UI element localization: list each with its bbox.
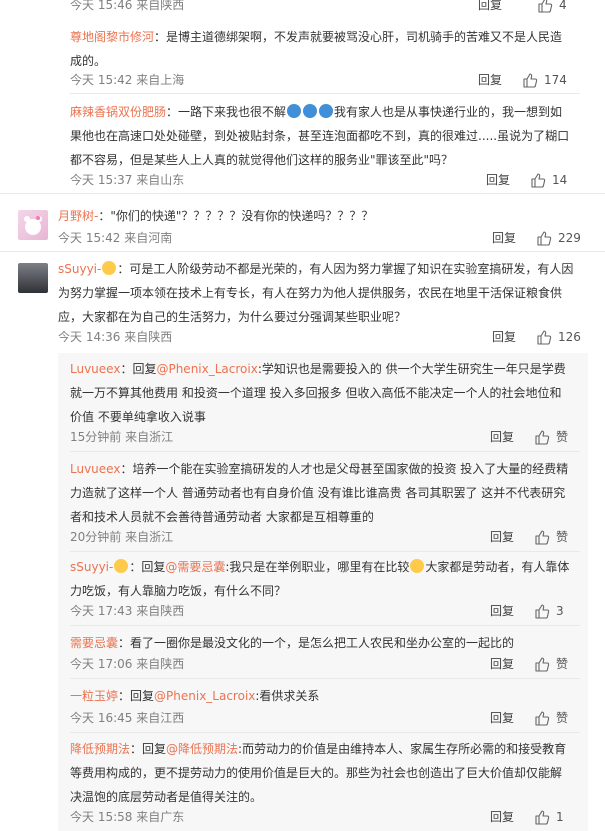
comment-text: 月野树-："你们的快递"？？？？？没有你的快递吗？？？？ [58, 209, 374, 223]
reply-button[interactable]: 回复 [486, 172, 510, 188]
like-button[interactable]: 14 [530, 172, 567, 188]
like-button[interactable]: 126 [536, 329, 581, 345]
thumb-up-icon [534, 710, 550, 726]
reply-button[interactable]: 回复 [490, 429, 514, 445]
emoji-icon [287, 104, 302, 118]
like-count: 1 [556, 810, 564, 824]
username-link[interactable]: 月野树- [58, 209, 98, 223]
divider [0, 193, 605, 194]
thumb-up-icon [536, 329, 552, 345]
username-link[interactable]: 一粒玉婷 [70, 689, 118, 703]
like-count: 赞 [556, 711, 569, 725]
mention-link[interactable]: @Phenix_Lacroix [154, 689, 255, 703]
mention-link[interactable]: @需要忌囊 [165, 560, 225, 574]
emoji-icon [114, 559, 129, 573]
emoji-icon [303, 104, 318, 118]
like-count: 赞 [556, 657, 569, 671]
username-link[interactable]: Luvueex [70, 362, 120, 376]
emoji-icon [319, 104, 334, 118]
comment-meta: 今天 17:06 来自陕西 [70, 657, 185, 671]
comment-meta: 今天 15:42 来自上海 [70, 73, 185, 87]
username-link[interactable]: sSuyyi- [58, 262, 101, 276]
username-link[interactable]: sSuyyi- [70, 560, 113, 574]
like-button[interactable]: 229 [536, 230, 581, 246]
divider [70, 732, 580, 733]
thumb-up-icon [534, 429, 550, 445]
emoji-icon [410, 559, 425, 573]
comment-meta: 今天 14:36 来自陕西 [58, 330, 173, 344]
like-count: 4 [559, 0, 567, 12]
like-button[interactable]: 4 [537, 0, 567, 13]
reply-button[interactable]: 回复 [490, 529, 514, 545]
avatar[interactable] [18, 210, 48, 240]
divider [0, 251, 605, 252]
reply-text: 一粒玉婷：回复@Phenix_Lacroix:看供求关系 [70, 689, 320, 703]
divider [70, 678, 580, 679]
comment-meta: 今天 15:42 来自河南 [58, 231, 173, 245]
comment-meta: 15分钟前 来自浙江 [70, 430, 174, 444]
like-button[interactable]: 赞 [534, 429, 568, 445]
comment-meta: 今天 17:43 来自陕西 [70, 604, 185, 618]
comment-meta: 今天 15:46 来自陕西 [70, 0, 185, 12]
reply-button[interactable]: 回复 [492, 329, 516, 345]
mention-link[interactable]: @Phenix_Lacroix [156, 362, 257, 376]
like-count: 3 [556, 604, 564, 618]
reply-text: 需要忌囊：看了一圈你是最没文化的一个，是怎么把工人农民和坐办公室的一起比的 [70, 636, 515, 650]
like-count: 126 [558, 330, 581, 344]
like-button[interactable]: 3 [534, 603, 564, 619]
comment-meta: 今天 15:37 来自山东 [70, 173, 185, 187]
thumb-up-icon [534, 809, 550, 825]
reply-text: 降低预期法：回复@降低预期法:而劳动力的价值是由维持本人、家属生存所必需的和接受… [70, 742, 567, 804]
thumb-up-icon [536, 230, 552, 246]
emoji-icon [102, 261, 117, 275]
comment-text: sSuyyi- ：可是工人阶级劳动不都是光荣的，有人因为努力掌握了知识在实验室搞研… [58, 261, 574, 324]
thumb-up-icon [534, 656, 550, 672]
comment-text: 尊地阁黎市修河：是博主道德绑架啊，不发声就要被骂没心肝，司机骑手的苦难又不是人民… [70, 30, 563, 68]
divider [70, 625, 580, 626]
like-count: 赞 [556, 530, 569, 544]
avatar[interactable] [18, 263, 48, 293]
thumb-up-icon [534, 529, 550, 545]
reply-button[interactable]: 回复 [490, 809, 514, 825]
thumb-up-icon [534, 603, 550, 619]
username-link[interactable]: Luvueex [70, 462, 120, 476]
comment-meta: 今天 15:58 来自广东 [70, 810, 185, 824]
like-count: 229 [558, 231, 581, 245]
like-button[interactable]: 赞 [534, 529, 568, 545]
like-button[interactable]: 赞 [534, 710, 568, 726]
thumb-up-icon [530, 172, 546, 188]
like-button[interactable]: 赞 [534, 656, 568, 672]
reply-text: Luvueex：回复@Phenix_Lacroix:学知识也是需要投入的 供一个… [70, 362, 566, 424]
username-link[interactable]: 尊地阁黎市修河 [70, 30, 154, 44]
reply-button[interactable]: 回复 [490, 710, 514, 726]
reply-button[interactable]: 回复 [490, 656, 514, 672]
like-count: 赞 [556, 430, 569, 444]
reply-button[interactable]: 回复 [490, 603, 514, 619]
comment-text: 麻辣香锅双份肥肠：一路下来我也很不解 我有家人也是从事快递行业的，我一想到如果他也… [70, 104, 570, 167]
like-count: 14 [552, 173, 568, 187]
divider [70, 93, 580, 94]
reply-text: Luvueex：培养一个能在实验室搞研发的人才也是父母甚至国家做的投资 投入了大… [70, 462, 569, 524]
divider [70, 451, 580, 452]
reply-text: sSuyyi- ：回复@需要忌囊:我只是在举例职业，哪里有在比较 大家都是劳动者，有… [70, 559, 570, 598]
like-button[interactable]: 174 [522, 72, 567, 88]
mention-link[interactable]: @降低预期法 [166, 742, 238, 756]
cat-avatar-icon [24, 216, 42, 235]
username-link[interactable]: 需要忌囊 [70, 636, 118, 650]
like-button[interactable]: 1 [534, 809, 564, 825]
username-link[interactable]: 麻辣香锅双份肥肠 [70, 105, 166, 119]
reply-button[interactable]: 回复 [492, 230, 516, 246]
comment-meta: 今天 16:45 来自江西 [70, 711, 185, 725]
thumb-up-icon [537, 0, 553, 13]
comment-meta: 20分钟前 来自浙江 [70, 530, 174, 544]
reply-button[interactable]: 回复 [478, 72, 502, 88]
thumb-up-icon [522, 72, 538, 88]
like-count: 174 [544, 73, 567, 87]
username-link[interactable]: 降低预期法 [70, 742, 130, 756]
reply-button[interactable]: 回复 [478, 0, 502, 13]
divider [70, 551, 580, 552]
